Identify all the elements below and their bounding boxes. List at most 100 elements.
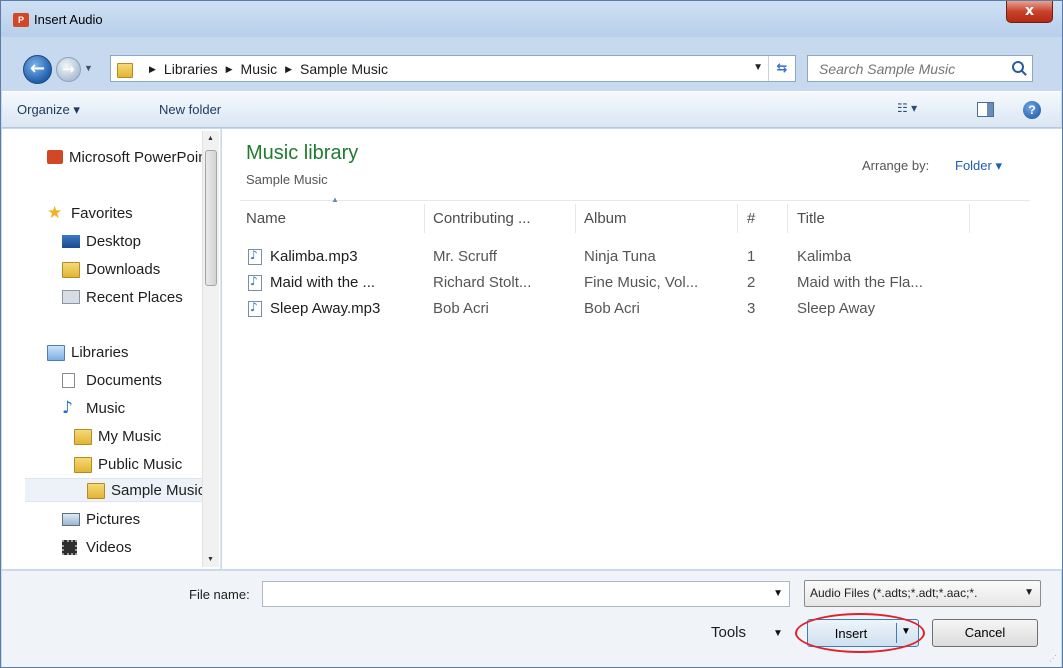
file-name: Sleep Away.mp3 [270, 300, 381, 317]
file-title: Kalimba [797, 248, 852, 265]
resize-grip-icon[interactable]: ⋰ [1049, 654, 1057, 663]
file-name: Kalimba.mp3 [270, 248, 358, 265]
chevron-down-icon: ▼ [1024, 587, 1034, 598]
search-box[interactable] [807, 55, 1033, 82]
music-icon: ♪ [62, 398, 73, 418]
insert-button-label: Insert [834, 626, 868, 641]
nav-item-microsoft-powerpoint[interactable]: Microsoft PowerPoint [47, 145, 202, 169]
nav-item-label: Recent Places [86, 288, 183, 306]
folder-icon [74, 457, 92, 473]
file-list-pane: Music library Sample Music Arrange by: F… [222, 129, 1062, 569]
recent-pages-dropdown-icon[interactable]: ▼ [84, 63, 93, 73]
cancel-button[interactable]: Cancel [932, 619, 1038, 647]
column-divider[interactable] [737, 204, 738, 233]
column-header-track-number[interactable]: # [747, 210, 755, 227]
file-name-label: File name: [189, 587, 250, 602]
file-artist: Bob Acri [433, 300, 489, 317]
organize-button[interactable]: Organize ▾ [17, 102, 80, 118]
back-button[interactable]: ← [23, 55, 52, 84]
navigation-pane[interactable]: Microsoft PowerPoint ★ Favorites Desktop… [2, 129, 221, 569]
arrange-by-dropdown[interactable]: Folder ▾ [955, 158, 1002, 174]
column-divider[interactable] [969, 204, 970, 233]
file-row-maid-with-the-flaxen-hair[interactable]: Maid with the ... Richard Stolt... Fine … [244, 270, 1004, 296]
nav-item-desktop[interactable]: Desktop [62, 229, 202, 253]
help-button[interactable]: ? [1023, 101, 1041, 119]
address-dropdown-icon[interactable]: ▼ [753, 62, 763, 73]
tools-dropdown-icon[interactable]: ▼ [773, 628, 783, 639]
nav-item-sample-music[interactable]: Sample Music [25, 478, 202, 502]
nav-item-my-music[interactable]: My Music [74, 424, 202, 448]
scroll-down-arrow-icon[interactable]: ▼ [207, 556, 214, 563]
tools-button[interactable]: Tools [711, 624, 746, 641]
insert-audio-dialog: P Insert Audio x ← → ▼ ▶ Libraries ▶ Mus… [0, 0, 1063, 668]
file-name-input[interactable] [263, 582, 763, 606]
folder-icon [87, 483, 105, 499]
search-icon[interactable] [1012, 61, 1024, 73]
nav-item-label: Favorites [71, 204, 133, 222]
file-row-sleep-away[interactable]: Sleep Away.mp3 Bob Acri Bob Acri 3 Sleep… [244, 296, 1004, 322]
file-name-combobox[interactable]: ▼ [262, 581, 790, 607]
powerpoint-app-icon: P [13, 13, 29, 27]
folder-icon [74, 429, 92, 445]
command-toolbar: Organize ▾ New folder ☷ ▾ ? [2, 91, 1061, 128]
file-title: Sleep Away [797, 300, 876, 317]
nav-pane-scrollbar[interactable]: ▲ ▼ [202, 131, 219, 567]
scrollbar-thumb[interactable] [205, 150, 217, 286]
column-divider[interactable] [787, 204, 788, 233]
nav-item-pictures[interactable]: Pictures [62, 507, 202, 531]
nav-item-label: My Music [98, 427, 162, 445]
file-type-select[interactable]: Audio Files (*.adts;*.adt;*.aac;*. ▼ [804, 580, 1041, 607]
nav-item-public-music[interactable]: Public Music [74, 452, 202, 476]
nav-item-videos[interactable]: Videos [62, 535, 202, 559]
nav-item-music[interactable]: ♪ Music [62, 396, 202, 420]
new-folder-button[interactable]: New folder [159, 102, 221, 117]
nav-item-label: Downloads [86, 260, 161, 278]
preview-pane-button[interactable] [977, 102, 994, 117]
header-divider [240, 200, 1030, 201]
forward-button[interactable]: → [56, 57, 81, 82]
column-header-contributing-artists[interactable]: Contributing ... [433, 210, 531, 227]
nav-item-recent-places[interactable]: Recent Places [62, 285, 202, 309]
sort-ascending-icon: ▲ [331, 195, 339, 204]
breadcrumb-separator-icon: ▶ [285, 64, 293, 74]
file-title: Maid with the Fla... [797, 274, 923, 291]
nav-item-downloads[interactable]: Downloads [62, 257, 202, 281]
file-row-kalimba[interactable]: Kalimba.mp3 Mr. Scruff Ninja Tuna 1 Kali… [244, 244, 1004, 270]
videos-icon [62, 539, 77, 555]
column-header-name[interactable]: Name [246, 210, 286, 227]
file-name-dropdown-icon[interactable]: ▼ [773, 588, 783, 599]
file-album: Bob Acri [584, 300, 640, 317]
window-title: Insert Audio [34, 12, 103, 27]
desktop-icon [62, 235, 80, 248]
breadcrumb-music[interactable]: Music [241, 61, 278, 77]
audio-file-icon [248, 300, 262, 317]
change-view-button[interactable]: ☷ ▾ [897, 101, 917, 115]
nav-item-label: Sample Music [111, 481, 202, 499]
breadcrumb-libraries[interactable]: Libraries [164, 61, 218, 77]
scroll-up-arrow-icon[interactable]: ▲ [207, 135, 214, 142]
nav-item-label: Pictures [86, 510, 141, 528]
pictures-icon [62, 512, 80, 526]
nav-item-libraries[interactable]: Libraries [47, 340, 202, 364]
close-button[interactable]: x [1006, 1, 1053, 23]
column-header-album[interactable]: Album [584, 210, 627, 227]
file-name: Maid with the ... [270, 274, 376, 291]
insert-button[interactable]: Insert ▼ [807, 619, 919, 647]
breadcrumb-separator-icon: ▶ [149, 64, 156, 74]
column-divider[interactable] [575, 204, 576, 233]
column-divider[interactable] [424, 204, 425, 233]
downloads-folder-icon [62, 262, 80, 278]
nav-item-favorites[interactable]: ★ Favorites [47, 201, 202, 225]
nav-item-label: Desktop [86, 232, 142, 250]
breadcrumb-sample-music[interactable]: Sample Music [300, 61, 388, 77]
file-type-value: Audio Files (*.adts;*.adt;*.aac;*. [810, 586, 978, 600]
arrange-by-label: Arrange by: [862, 158, 930, 173]
search-input[interactable] [808, 56, 1004, 81]
address-bar[interactable]: ▶ Libraries ▶ Music ▶ Sample Music ▼ ⇆ [110, 55, 796, 82]
library-subtitle: Sample Music [246, 172, 328, 187]
insert-options-dropdown-icon[interactable]: ▼ [901, 626, 911, 637]
column-header-title[interactable]: Title [797, 210, 825, 227]
breadcrumb-separator-icon: ▶ [225, 64, 233, 74]
refresh-button[interactable]: ⇆ [768, 56, 795, 81]
nav-item-documents[interactable]: Documents [62, 368, 202, 392]
